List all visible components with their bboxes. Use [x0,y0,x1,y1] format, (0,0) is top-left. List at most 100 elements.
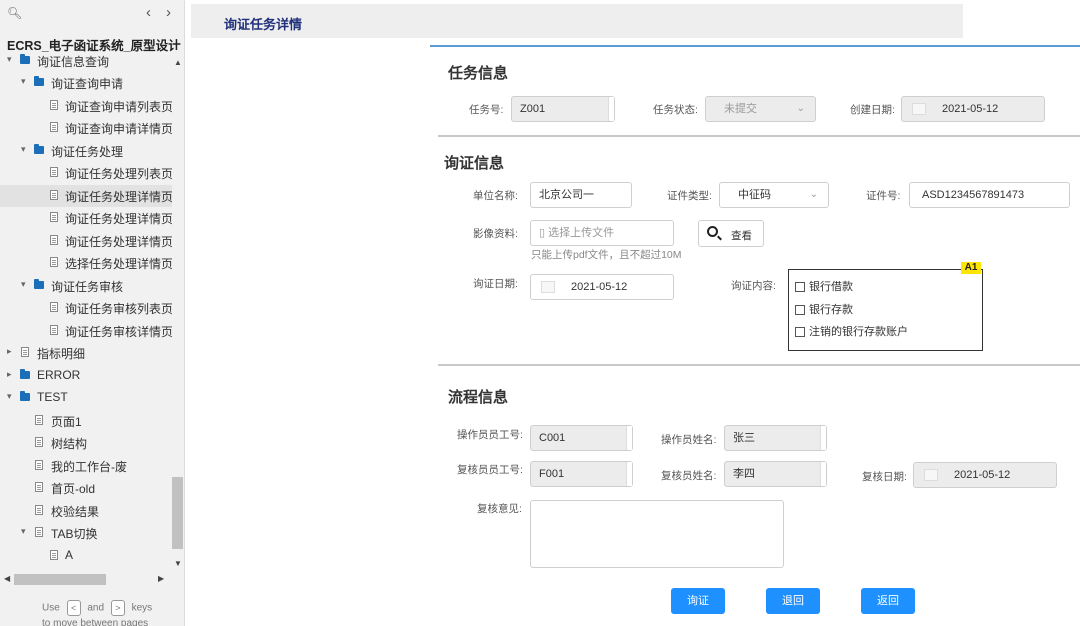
checkbox[interactable] [795,327,805,338]
tree-item-page[interactable]: 询证查询申请详情页 [0,117,172,139]
operator-id-value: C001 [539,432,566,444]
tree-item-label: TEST [37,390,68,404]
page-icon [50,122,58,132]
expanded-arrow-icon[interactable]: ▾ [21,76,26,87]
cert-no-input[interactable]: ASD1234567891473 [909,182,1070,208]
review-opinion-textarea[interactable] [530,500,784,568]
chevron-right-icon[interactable]: › [166,4,171,21]
operator-id-label: 操作员员工号: [457,429,523,441]
expanded-arrow-icon[interactable]: ▾ [21,526,26,537]
page-icon [50,235,58,245]
search-icon[interactable]: 🔍︎ [7,6,22,20]
field-edge [820,462,826,486]
header-divider [430,45,1080,47]
tree-item-folder[interactable]: ▾ TEST [0,387,172,409]
page-icon [50,325,58,335]
scroll-down-arrow-icon[interactable]: ▼ [174,559,182,568]
keyboard-hint-line2: to move between pages [42,618,149,626]
tree-item-page[interactable]: ▸ 指标明细 [0,342,172,364]
tree-item-page[interactable]: 询证任务处理列表页 [0,162,172,184]
tree-item-folder[interactable]: ▸ ERROR [0,365,172,387]
page-header: 询证任务详情 [191,4,963,38]
tree-item-page[interactable]: ▾ TAB切换 [0,522,172,544]
tree-item-label: 询证查询申请 [51,77,124,91]
reject-button[interactable]: 退回 [766,588,820,614]
tree-item-page[interactable]: 我的工作台-废 [0,455,172,477]
field-edge [608,97,614,121]
image-material-label: 影像资料: [473,228,518,240]
page-icon [50,550,58,560]
keyboard-hint: Use < and > keys [42,600,152,616]
tree-item-folder[interactable]: ▾ 询证信息查询 [0,50,172,72]
expanded-arrow-icon[interactable]: ▾ [21,279,26,290]
field-edge [626,426,632,450]
verify-button[interactable]: 询证 [671,588,725,614]
tree-item-page[interactable]: 询证查询申请列表页 [0,95,172,117]
collapsed-arrow-icon[interactable]: ▸ [7,369,12,380]
operator-name-field: 张三 [724,425,827,451]
tree-item-label: 询证任务审核 [51,280,124,294]
verify-date-picker[interactable]: 2021-05-12 [530,274,674,300]
view-button-label: 查看 [731,230,752,242]
chevron-left-icon[interactable]: ‹ [146,4,151,21]
expanded-arrow-icon[interactable]: ▾ [7,391,12,402]
checkbox[interactable] [795,282,805,293]
return-button[interactable]: 返回 [861,588,915,614]
option-bank-deposit[interactable]: 银行存款 [795,301,853,317]
unit-name-input[interactable]: 北京公司一 [530,182,632,208]
tree-item-page[interactable]: 询证任务处理详情页 [0,207,172,229]
file-upload-input[interactable]: ▯ 选择上传文件 [530,220,674,246]
tree-item-page[interactable]: 选择任务处理详情页 [0,252,172,274]
expanded-arrow-icon[interactable]: ▾ [7,54,12,65]
tree-item-page[interactable]: 树结构 [0,432,172,454]
created-date-field: 2021-05-12 [901,96,1045,122]
tree-item-label: 指标明细 [37,347,86,361]
cert-type-select[interactable]: 中征码 ⌄ [719,182,829,208]
tree-item-page[interactable]: 页面1 [0,410,172,432]
sidebar-horizontal-scroll-thumb[interactable] [14,574,106,585]
tree-item-page[interactable]: 询证任务审核详情页 [0,320,172,342]
checkbox[interactable] [795,305,805,316]
verify-content-options: 银行借款 银行存款 注销的银行存款账户 [788,269,983,351]
section-divider [438,364,1080,366]
tree-item-label: 页面1 [51,415,82,429]
folder-icon [34,144,44,154]
tree-item-page[interactable]: 首页-old [0,477,172,499]
tree-item-page[interactable]: 校验结果 [0,500,172,522]
created-date-label: 创建日期: [850,104,895,116]
page-icon [35,505,43,515]
sidebar: 🔍︎ ‹ › ECRS_电子函证系统_原型设计 ▾ 询证信息查询 ▾ 询证查询申… [0,0,185,626]
upload-placeholder: ▯ 选择上传文件 [539,227,615,239]
option-bank-loan[interactable]: 银行借款 [795,278,853,294]
calendar-icon [912,103,926,115]
key-right-icon: > [110,600,125,616]
section-title-flow-info: 流程信息 [448,389,509,406]
tree-item-page[interactable]: A [0,545,172,567]
expanded-arrow-icon[interactable]: ▾ [21,144,26,155]
collapsed-arrow-icon[interactable]: ▸ [7,346,12,357]
scroll-left-arrow-icon[interactable]: ◀ [4,574,10,583]
scroll-right-arrow-icon[interactable]: ▶ [158,574,164,583]
page-icon [35,527,43,537]
cert-type-label: 证件类型: [667,190,712,202]
scroll-up-arrow-icon[interactable]: ▲ [174,58,182,67]
tree-item-label: 询证任务处理详情页 [65,190,172,204]
tree-item-label: 首页-old [51,482,96,496]
view-button[interactable]: 查看 [698,220,764,247]
tree-item-folder[interactable]: ▾ 询证查询申请 [0,72,172,94]
section-title-task-info: 任务信息 [448,65,509,82]
hint-text: and [87,602,105,614]
tree-item-folder[interactable]: ▾ 询证任务处理 [0,140,172,162]
tree-item-label: ERROR [37,368,81,382]
tree-item-page-selected[interactable]: 询证任务处理详情页 [0,185,172,207]
upload-hint: 只能上传pdf文件，且不超过10M [531,249,682,261]
sidebar-vertical-scroll-thumb[interactable] [172,477,183,549]
tree-item-folder[interactable]: ▾ 询证任务审核 [0,275,172,297]
option-closed-account[interactable]: 注销的银行存款账户 [795,323,908,339]
folder-icon [20,369,30,379]
app-window: 🔍︎ ‹ › ECRS_电子函证系统_原型设计 ▾ 询证信息查询 ▾ 询证查询申… [0,0,1080,626]
tree-item-label: 询证信息查询 [37,55,110,69]
created-date-value: 2021-05-12 [942,103,999,115]
tree-item-page[interactable]: 询证任务处理详情页 [0,230,172,252]
tree-item-page[interactable]: 询证任务审核列表页 [0,297,172,319]
